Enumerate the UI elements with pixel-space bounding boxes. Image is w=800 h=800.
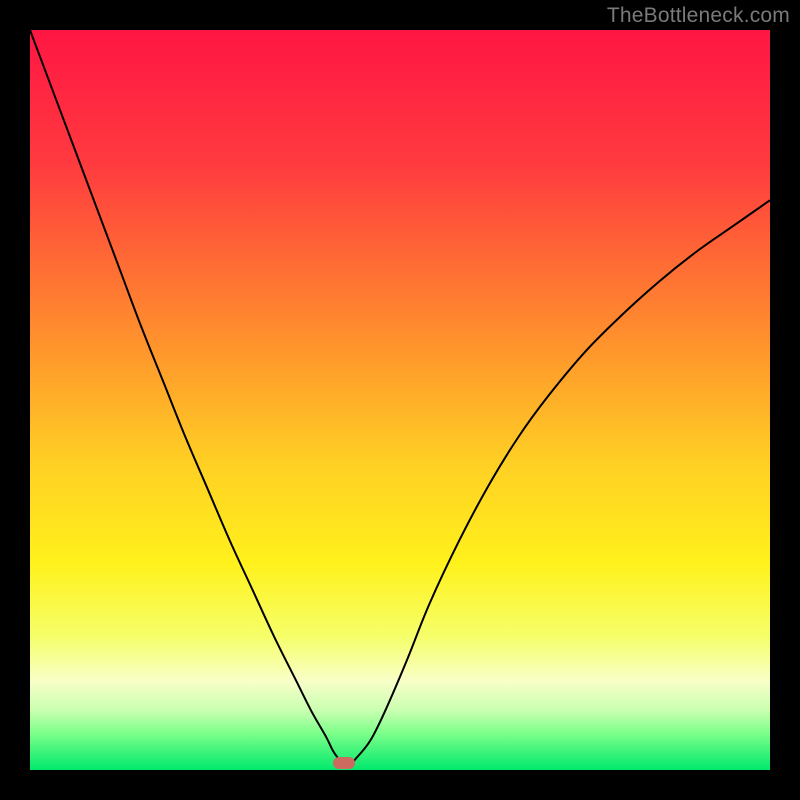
chart-stage: TheBottleneck.com bbox=[0, 0, 800, 800]
watermark-text: TheBottleneck.com bbox=[607, 4, 790, 28]
plot-area bbox=[30, 30, 770, 770]
background-gradient bbox=[30, 30, 770, 770]
